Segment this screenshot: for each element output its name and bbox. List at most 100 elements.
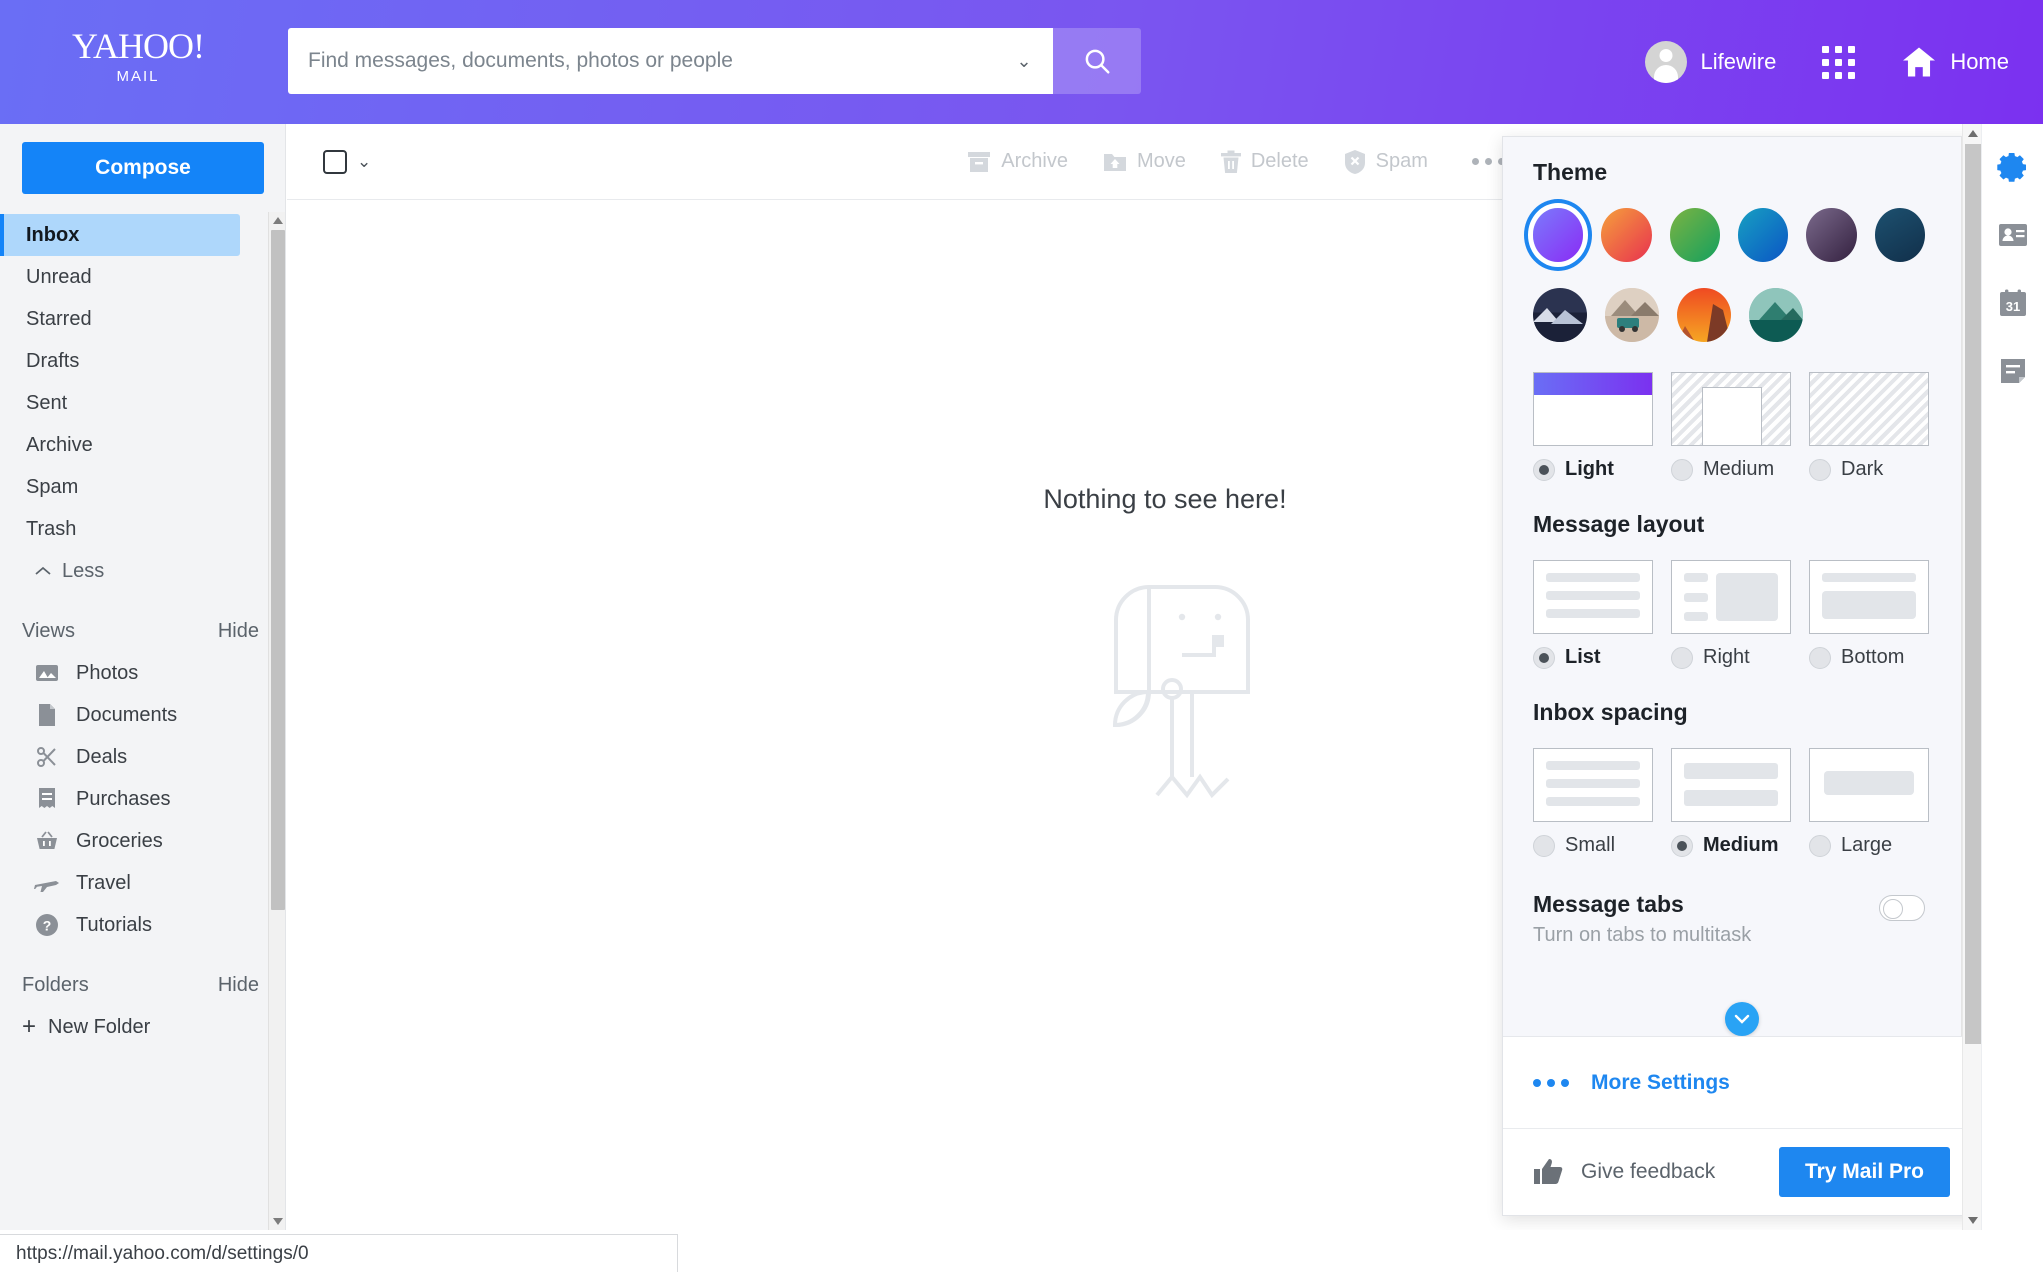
- theme-swatch-blue[interactable]: [1737, 208, 1789, 262]
- give-feedback-button[interactable]: Give feedback: [1533, 1158, 1715, 1186]
- scroll-more-button[interactable]: [1724, 1002, 1759, 1036]
- sidebar-scroll-thumb[interactable]: [271, 230, 285, 910]
- message-tabs-toggle[interactable]: [1879, 895, 1925, 921]
- theme-swatch-navy[interactable]: [1874, 208, 1925, 262]
- layout-list-label-row[interactable]: List: [1533, 646, 1653, 669]
- calendar-icon[interactable]: 31: [1996, 286, 2030, 320]
- views-hide-button[interactable]: Hide: [218, 620, 259, 643]
- sidebar-scrollbar[interactable]: [268, 212, 285, 1230]
- empty-state-text: Nothing to see here!: [1043, 484, 1287, 514]
- spacing-medium-label-row[interactable]: Medium: [1671, 834, 1791, 857]
- scroll-down-arrow[interactable]: [269, 1213, 285, 1230]
- spacing-option-small[interactable]: Small: [1533, 748, 1653, 857]
- radio-spacing-large[interactable]: [1809, 834, 1831, 857]
- sidebar-item-trash[interactable]: Trash: [0, 508, 285, 550]
- light-mode-preview: [1533, 372, 1653, 446]
- sidebar-item-documents[interactable]: Documents: [0, 694, 285, 736]
- user-menu[interactable]: Lifewire: [1644, 41, 1776, 83]
- theme-mode-dark[interactable]: Dark: [1809, 372, 1929, 481]
- grid-apps-icon[interactable]: [1822, 45, 1856, 79]
- theme-photo-canyon-sunset[interactable]: [1677, 288, 1731, 342]
- search-button[interactable]: [1053, 28, 1141, 94]
- radio-spacing-medium[interactable]: [1671, 834, 1693, 857]
- scroll-up-arrow[interactable]: [269, 212, 285, 229]
- show-less-button[interactable]: Less: [0, 550, 285, 592]
- medium-mode-label-row[interactable]: Medium: [1671, 458, 1791, 481]
- contacts-icon[interactable]: [1996, 218, 2030, 252]
- chevron-up-icon: [35, 566, 51, 575]
- home-icon: [1903, 47, 1936, 77]
- radio-medium[interactable]: [1671, 458, 1693, 481]
- theme-swatch-purple[interactable]: [1533, 208, 1584, 262]
- main-scrollbar[interactable]: [1962, 124, 1981, 1230]
- new-folder-button[interactable]: + New Folder: [0, 1006, 285, 1048]
- gear-icon[interactable]: [1996, 150, 2030, 184]
- theme-mode-medium[interactable]: Medium: [1671, 372, 1791, 481]
- theme-photo-lake[interactable]: [1749, 288, 1803, 342]
- layout-list-label: List: [1565, 646, 1601, 668]
- dark-mode-label-row[interactable]: Dark: [1809, 458, 1929, 481]
- message-layout-section: Message layout List Right Bottom: [1533, 511, 1929, 669]
- notepad-icon[interactable]: [1996, 354, 2030, 388]
- yahoo-mail-logo[interactable]: YAHOO! MAIL: [63, 26, 213, 85]
- dark-mode-preview: [1809, 372, 1929, 446]
- spacing-option-large[interactable]: Large: [1809, 748, 1929, 857]
- folders-hide-button[interactable]: Hide: [218, 974, 259, 997]
- message-tabs-subtitle: Turn on tabs to multitask: [1533, 924, 1752, 946]
- sidebar-item-groceries[interactable]: Groceries: [0, 820, 285, 862]
- layout-list-preview: [1533, 560, 1653, 634]
- light-mode-label-row[interactable]: Light: [1533, 458, 1653, 481]
- sidebar-item-inbox[interactable]: Inbox: [0, 214, 240, 256]
- layout-option-list[interactable]: List: [1533, 560, 1653, 669]
- folder-label: Inbox: [26, 223, 80, 246]
- layout-option-bottom[interactable]: Bottom: [1809, 560, 1929, 669]
- sidebar-item-tutorials[interactable]: ? Tutorials: [0, 904, 285, 946]
- layout-right-label-row[interactable]: Right: [1671, 646, 1791, 669]
- sidebar-item-photos[interactable]: Photos: [0, 652, 285, 694]
- home-label: Home: [1950, 49, 2009, 74]
- sidebar-item-starred[interactable]: Starred: [0, 298, 285, 340]
- message-layout-title: Message layout: [1533, 511, 1705, 537]
- radio-layout-bottom[interactable]: [1809, 646, 1831, 669]
- radio-spacing-small[interactable]: [1533, 834, 1555, 857]
- radio-layout-list[interactable]: [1533, 646, 1555, 669]
- sidebar-item-archive[interactable]: Archive: [0, 424, 285, 466]
- radio-light[interactable]: [1533, 458, 1555, 481]
- sidebar-item-travel[interactable]: Travel: [0, 862, 285, 904]
- theme-swatch-green[interactable]: [1669, 208, 1720, 262]
- compose-button[interactable]: Compose: [22, 142, 264, 194]
- sidebar-item-unread[interactable]: Unread: [0, 256, 285, 298]
- search-input[interactable]: [308, 49, 1011, 73]
- scissors-icon: [34, 744, 60, 770]
- sidebar-item-deals[interactable]: Deals: [0, 736, 285, 778]
- layout-bottom-label-row[interactable]: Bottom: [1809, 646, 1929, 669]
- status-url: https://mail.yahoo.com/d/settings/0: [0, 1234, 678, 1272]
- spacing-option-medium[interactable]: Medium: [1671, 748, 1791, 857]
- theme-photo-mountain-night[interactable]: [1533, 288, 1587, 342]
- more-settings-button[interactable]: More Settings: [1503, 1037, 1980, 1129]
- layout-option-right[interactable]: Right: [1671, 560, 1791, 669]
- home-button[interactable]: Home: [1901, 46, 2009, 78]
- radio-dark[interactable]: [1809, 458, 1831, 481]
- layout-right-preview: [1671, 560, 1791, 634]
- more-settings-label: More Settings: [1591, 1070, 1730, 1094]
- sidebar-item-spam[interactable]: Spam: [0, 466, 285, 508]
- spacing-large-label-row[interactable]: Large: [1809, 834, 1929, 857]
- sidebar-item-purchases[interactable]: Purchases: [0, 778, 285, 820]
- sidebar-item-sent[interactable]: Sent: [0, 382, 285, 424]
- chevron-down-icon[interactable]: ⌄: [1011, 51, 1037, 72]
- try-mail-pro-button[interactable]: Try Mail Pro: [1778, 1147, 1950, 1197]
- spacing-small-preview: [1533, 748, 1653, 822]
- spacing-small-label-row[interactable]: Small: [1533, 834, 1653, 857]
- sidebar-item-drafts[interactable]: Drafts: [0, 340, 285, 382]
- theme-mode-light[interactable]: Light: [1533, 372, 1653, 481]
- theme-photo-campervan[interactable]: [1605, 288, 1659, 342]
- theme-swatch-plum[interactable]: [1806, 208, 1857, 262]
- view-label: Documents: [76, 703, 178, 726]
- folders-section-header: Folders Hide: [0, 964, 285, 1006]
- main-scroll-up-arrow[interactable]: [1963, 124, 1982, 143]
- theme-swatch-sunset[interactable]: [1601, 208, 1652, 262]
- main-scroll-down-arrow[interactable]: [1963, 1211, 1982, 1230]
- main-scroll-thumb[interactable]: [1965, 144, 1981, 1044]
- radio-layout-right[interactable]: [1671, 646, 1693, 669]
